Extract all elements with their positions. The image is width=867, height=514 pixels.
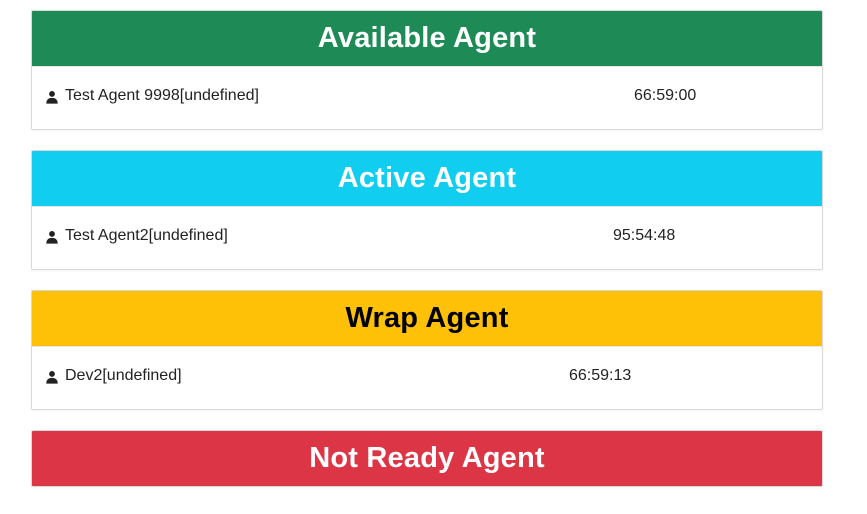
- user-icon: [46, 371, 58, 384]
- agent-list-item[interactable]: Test Agent 9998[undefined]: [45, 87, 259, 105]
- agent-name: Test Agent 9998[undefined]: [65, 87, 259, 104]
- active-agent-list: Test Agent2[undefined] 95:54:48: [32, 206, 822, 269]
- active-agent-header: Active Agent: [32, 151, 822, 206]
- wrap-agent-header: Wrap Agent: [32, 291, 822, 346]
- user-icon: [46, 231, 58, 244]
- active-agent-panel: Active Agent Test Agent2[undefined] 95:5…: [31, 150, 823, 270]
- not-ready-agent-panel: Not Ready Agent: [31, 430, 823, 487]
- agent-status-dashboard: Available Agent Test Agent 9998[undefine…: [0, 0, 867, 514]
- wrap-agent-panel: Wrap Agent Dev2[undefined] 66:59:13: [31, 290, 823, 410]
- available-agent-list: Test Agent 9998[undefined] 66:59:00: [32, 66, 822, 129]
- agent-timer: 95:54:48: [613, 227, 676, 244]
- user-icon: [46, 91, 58, 104]
- not-ready-agent-header: Not Ready Agent: [32, 431, 822, 486]
- agent-name: Test Agent2[undefined]: [65, 227, 228, 244]
- agent-list-item[interactable]: Test Agent2[undefined]: [45, 227, 228, 245]
- agent-timer: 66:59:00: [634, 87, 697, 104]
- agent-name: Dev2[undefined]: [65, 367, 182, 384]
- available-agent-header: Available Agent: [32, 11, 822, 66]
- agent-timer: 66:59:13: [569, 367, 632, 384]
- wrap-agent-list: Dev2[undefined] 66:59:13: [32, 346, 822, 409]
- available-agent-panel: Available Agent Test Agent 9998[undefine…: [31, 10, 823, 130]
- agent-list-item[interactable]: Dev2[undefined]: [45, 367, 182, 385]
